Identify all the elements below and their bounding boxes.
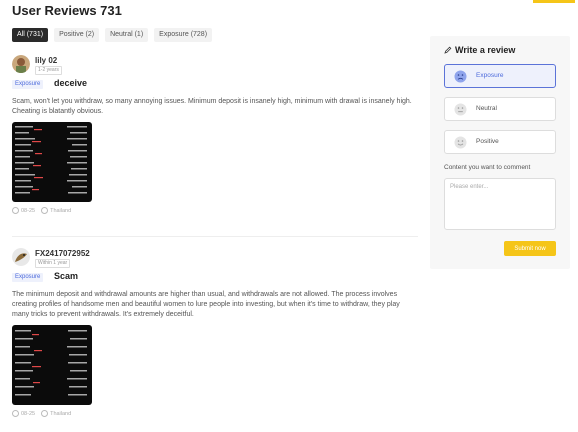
review-user-row: lily 02 1-2 years — [12, 53, 418, 75]
page-title: User Reviews 731 — [12, 3, 122, 18]
exposure-tag: Exposure — [12, 80, 44, 89]
exposure-tag: Exposure — [12, 273, 44, 282]
review-content: The minimum deposit and withdrawal amoun… — [12, 291, 400, 318]
filter-tabs: All (731) Positive (2) Neutral (1) Expos… — [12, 28, 213, 42]
review-screenshot[interactable] — [12, 325, 92, 405]
review-content: Scam, won't let you withdraw, so many an… — [12, 98, 412, 115]
review-content-input[interactable] — [444, 178, 556, 230]
top-accent-bar — [533, 0, 575, 3]
option-neutral[interactable]: Neutral — [444, 97, 556, 121]
review-title-row: Exposure deceive — [12, 77, 418, 93]
happy-face-icon — [454, 136, 467, 149]
avatar[interactable] — [12, 248, 30, 266]
avatar[interactable] — [12, 55, 30, 73]
location-icon — [41, 410, 49, 417]
review-user-row: FX2417072952 Within 1 year — [12, 246, 418, 268]
review-title: Scam — [54, 271, 79, 281]
review-screenshot[interactable] — [12, 122, 92, 202]
option-positive[interactable]: Positive — [444, 130, 556, 154]
review-date: 08-25 — [12, 207, 35, 214]
write-review-panel: Write a review Exposure Neutral Positive… — [430, 36, 570, 269]
tab-all[interactable]: All (731) — [12, 28, 49, 42]
submit-button[interactable]: Submit now — [504, 241, 556, 256]
review-title-row: Exposure Scam — [12, 270, 418, 286]
panel-title: Write a review — [444, 45, 515, 55]
user-duration-badge: Within 1 year — [35, 259, 71, 268]
clock-icon — [12, 207, 19, 214]
review-date: 08-25 — [12, 410, 35, 417]
clock-icon — [12, 410, 19, 417]
panel-title-text: Write a review — [455, 45, 516, 55]
pencil-icon — [444, 46, 452, 54]
username[interactable]: lily 02 — [35, 56, 57, 65]
review-location: Thailand — [41, 207, 71, 214]
option-label: Positive — [476, 138, 499, 145]
tab-positive[interactable]: Positive (2) — [54, 28, 100, 42]
review-title: deceive — [54, 78, 88, 88]
tab-neutral[interactable]: Neutral (1) — [105, 28, 149, 42]
review-item: lily 02 1-2 years Exposure deceive Scam,… — [12, 53, 418, 214]
review-item: FX2417072952 Within 1 year Exposure Scam… — [12, 246, 418, 417]
content-label: Content you want to comment — [444, 164, 531, 171]
sad-face-icon — [454, 70, 467, 83]
review-meta: 08-25 Thailand — [12, 410, 418, 417]
user-duration-badge: 1-2 years — [35, 66, 62, 75]
option-exposure[interactable]: Exposure — [444, 64, 556, 88]
tab-exposure[interactable]: Exposure (728) — [154, 28, 213, 42]
review-divider — [12, 236, 418, 237]
neutral-face-icon — [454, 103, 467, 116]
review-location: Thailand — [41, 410, 71, 417]
option-label: Neutral — [476, 105, 497, 112]
option-label: Exposure — [476, 72, 504, 79]
review-meta: 08-25 Thailand — [12, 207, 418, 214]
username[interactable]: FX2417072952 — [35, 249, 90, 258]
location-icon — [41, 207, 49, 214]
